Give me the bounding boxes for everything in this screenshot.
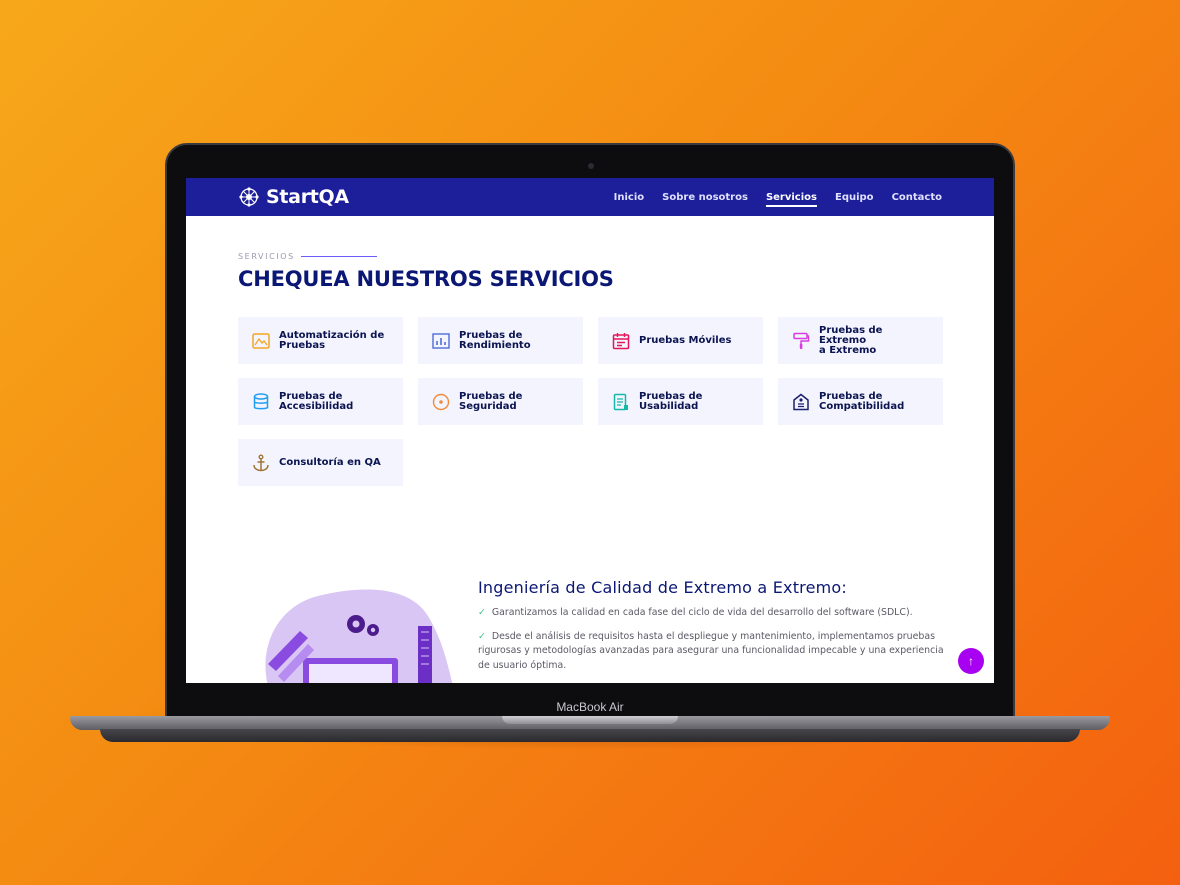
feature-bullet: ✓ Desde el análisis de requisitos hasta e… (478, 630, 948, 674)
device-label: MacBook Air (556, 700, 624, 714)
service-card-seguridad[interactable]: Pruebas de Seguridad (418, 378, 583, 425)
service-card-automatizacion[interactable]: Automatización de Pruebas (238, 317, 403, 364)
nav-item-sobre-nosotros[interactable]: Sobre nosotros (662, 192, 748, 203)
eyebrow-label: SERVICIOS (238, 252, 295, 261)
feature-bullet: ✓ Garantizamos la calidad en cada fase de… (478, 606, 948, 621)
service-label: Pruebas de Seguridad (459, 391, 522, 412)
house-badge-icon (791, 392, 811, 412)
service-label-line2: a Extremo (819, 344, 877, 356)
camera (588, 163, 594, 169)
paint-roller-icon (791, 331, 811, 351)
navbar: StartQA Inicio Sobre nosotros Servicios … (186, 178, 994, 216)
service-label-line2: Compatibilidad (819, 400, 905, 412)
services-section: SERVICIOS CHEQUEA NUESTROS SERVICIOS Aut… (186, 216, 994, 486)
service-card-moviles[interactable]: Pruebas Móviles (598, 317, 763, 364)
services-grid: Automatización de Pruebas Pruebas de Rendi… (238, 317, 943, 486)
brand[interactable]: StartQA (238, 186, 349, 208)
service-card-consultoria[interactable]: Consultoría en QA (238, 439, 403, 486)
arrow-up-icon: ↑ (968, 654, 974, 668)
section-title: CHEQUEA NUESTROS SERVICIOS (238, 267, 614, 291)
service-label: Pruebas de Accesibilidad (279, 391, 354, 412)
service-label: Pruebas de Usabilidad (639, 391, 702, 412)
laptop-base-bottom (100, 729, 1080, 742)
service-label-line2: Usabilidad (639, 400, 699, 412)
nav-item-servicios[interactable]: Servicios (765, 192, 818, 207)
service-card-accesibilidad[interactable]: Pruebas de Accesibilidad (238, 378, 403, 425)
service-label-line2: Pruebas (279, 339, 326, 351)
check-icon: ✓ (478, 630, 486, 642)
service-label: Pruebas Móviles (639, 334, 732, 346)
nav-item-inicio[interactable]: Inicio (614, 192, 645, 203)
service-label: Pruebas de Rendimiento (459, 330, 531, 351)
brand-name: StartQA (266, 186, 349, 208)
service-label: Pruebas de Compatibilidad (819, 391, 905, 412)
service-label: Pruebas de Extremo a Extremo (819, 324, 931, 356)
service-label-line2: Accesibilidad (279, 400, 354, 412)
laptop-screen: StartQA Inicio Sobre nosotros Servicios … (186, 178, 994, 683)
section-eyebrow: SERVICIOS (238, 252, 942, 261)
service-label: Automatización de Pruebas (279, 330, 384, 351)
service-card-extremo-a-extremo[interactable]: Pruebas de Extremo a Extremo (778, 317, 943, 364)
laptop-hinge-notch (502, 716, 678, 724)
feature-title: Ingeniería de Calidad de Extremo a Extre… (478, 578, 848, 597)
service-card-compatibilidad[interactable]: Pruebas de Compatibilidad (778, 378, 943, 425)
service-label-line1: Pruebas de Extremo (819, 324, 883, 346)
target-icon (431, 392, 451, 412)
nav-item-contacto[interactable]: Contacto (892, 192, 942, 203)
feature-bullet-text: Desde el análisis de requisitos hasta el… (478, 630, 944, 671)
feature-bullet-text: Garantizamos la calidad en cada fase del… (491, 607, 913, 618)
network-globe-icon (238, 186, 260, 208)
nav-item-equipo[interactable]: Equipo (835, 192, 874, 203)
service-label-line2: Seguridad (459, 400, 517, 412)
calendar-icon (611, 331, 631, 351)
main-nav: Inicio Sobre nosotros Servicios Equipo C… (614, 192, 942, 207)
service-label-line2: Rendimiento (459, 339, 531, 351)
anchor-icon (251, 453, 271, 473)
check-icon: ✓ (478, 607, 486, 618)
service-label: Consultoría en QA (279, 456, 381, 468)
database-icon (251, 392, 271, 412)
image-frame-icon (251, 331, 271, 351)
service-card-rendimiento[interactable]: Pruebas de Rendimiento (418, 317, 583, 364)
document-icon (611, 392, 631, 412)
eyebrow-divider (300, 256, 377, 257)
feature-block: Ingeniería de Calidad de Extremo a Extre… (478, 578, 948, 673)
bar-chart-icon (431, 331, 451, 351)
qa-illustration (238, 586, 458, 683)
scroll-top-button[interactable]: ↑ (958, 648, 984, 674)
service-card-usabilidad[interactable]: Pruebas de Usabilidad (598, 378, 763, 425)
